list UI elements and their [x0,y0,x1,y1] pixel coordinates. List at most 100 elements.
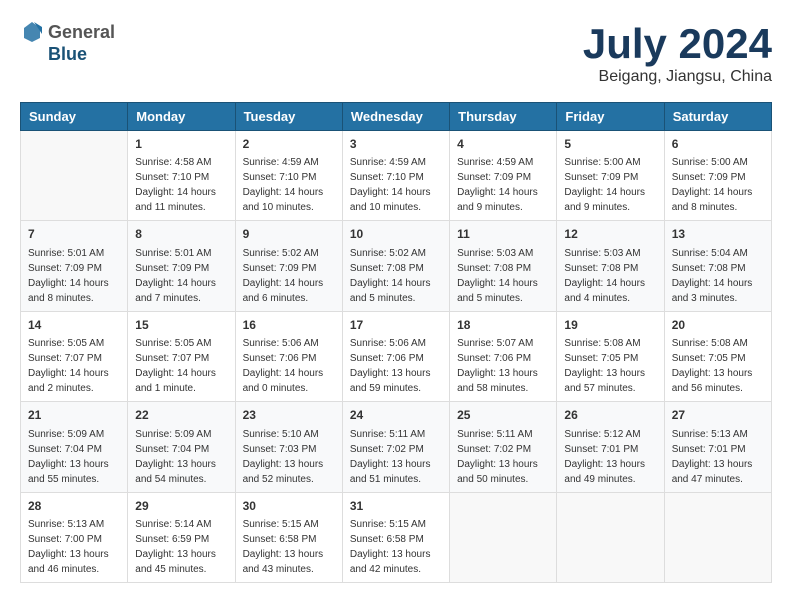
calendar-cell [21,131,128,221]
calendar-cell: 31Sunrise: 5:15 AM Sunset: 6:58 PM Dayli… [342,492,449,582]
day-number: 27 [672,407,764,424]
day-number: 19 [564,317,656,334]
day-info: Sunrise: 5:00 AM Sunset: 7:09 PM Dayligh… [564,155,656,215]
calendar-cell: 13Sunrise: 5:04 AM Sunset: 7:08 PM Dayli… [664,221,771,311]
calendar-cell: 3 Sunrise: 4:59 AM Sunset: 7:10 PM Daylig… [342,131,449,221]
day-number: 15 [135,317,227,334]
calendar-cell: 6Sunrise: 5:00 AM Sunset: 7:09 PM Daylig… [664,131,771,221]
calendar-cell: 9 Sunrise: 5:02 AM Sunset: 7:09 PM Daylig… [235,221,342,311]
day-number: 17 [350,317,442,334]
day-number: 28 [28,498,120,515]
calendar-cell: 28 Sunrise: 5:13 AM Sunset: 7:00 PM Dayli… [21,492,128,582]
day-info: Sunrise: 5:15 AM Sunset: 6:58 PM Dayligh… [350,517,442,577]
calendar-cell: 20 Sunrise: 5:08 AM Sunset: 7:05 PM Dayli… [664,311,771,401]
day-number: 24 [350,407,442,424]
day-info: Sunrise: 5:07 AM Sunset: 7:06 PM Dayligh… [457,336,549,396]
day-info: Sunrise: 5:02 AM Sunset: 7:08 PM Dayligh… [350,246,442,306]
day-info: Sunrise: 5:05 AM Sunset: 7:07 PM Dayligh… [28,336,120,396]
day-info: Sunrise: 5:01 AM Sunset: 7:09 PM Dayligh… [28,246,120,306]
day-number: 21 [28,407,120,424]
day-number: 22 [135,407,227,424]
calendar-cell: 15Sunrise: 5:05 AM Sunset: 7:07 PM Dayli… [128,311,235,401]
calendar-cell: 7 Sunrise: 5:01 AM Sunset: 7:09 PM Daylig… [21,221,128,311]
calendar-cell: 30 Sunrise: 5:15 AM Sunset: 6:58 PM Dayli… [235,492,342,582]
calendar-cell: 17 Sunrise: 5:06 AM Sunset: 7:06 PM Dayli… [342,311,449,401]
day-info: Sunrise: 4:59 AM Sunset: 7:09 PM Dayligh… [457,155,549,215]
day-number: 12 [564,226,656,243]
day-number: 1 [135,136,227,153]
calendar-cell: 25Sunrise: 5:11 AM Sunset: 7:02 PM Dayli… [450,402,557,492]
logo-icon [20,20,44,44]
page-header: General Blue July 2024 Beigang, Jiangsu,… [20,20,772,86]
calendar-cell: 2Sunrise: 4:59 AM Sunset: 7:10 PM Daylig… [235,131,342,221]
logo-general-text: General [48,22,115,43]
day-info: Sunrise: 5:06 AM Sunset: 7:06 PM Dayligh… [350,336,442,396]
day-number: 14 [28,317,120,334]
day-info: Sunrise: 5:13 AM Sunset: 7:01 PM Dayligh… [672,427,764,487]
calendar-cell: 29 Sunrise: 5:14 AM Sunset: 6:59 PM Dayli… [128,492,235,582]
day-info: Sunrise: 5:02 AM Sunset: 7:09 PM Dayligh… [243,246,335,306]
calendar-cell: 16Sunrise: 5:06 AM Sunset: 7:06 PM Dayli… [235,311,342,401]
day-number: 10 [350,226,442,243]
calendar-cell: 8 Sunrise: 5:01 AM Sunset: 7:09 PM Daylig… [128,221,235,311]
calendar-cell: 21 Sunrise: 5:09 AM Sunset: 7:04 PM Dayli… [21,402,128,492]
col-monday: Monday [128,103,235,131]
calendar-week-row: 21 Sunrise: 5:09 AM Sunset: 7:04 PM Dayli… [21,402,772,492]
day-number: 5 [564,136,656,153]
calendar-cell [664,492,771,582]
calendar-cell [557,492,664,582]
day-info: Sunrise: 5:08 AM Sunset: 7:05 PM Dayligh… [672,336,764,396]
day-number: 26 [564,407,656,424]
col-tuesday: Tuesday [235,103,342,131]
col-sunday: Sunday [21,103,128,131]
calendar-cell: 19Sunrise: 5:08 AM Sunset: 7:05 PM Dayli… [557,311,664,401]
day-info: Sunrise: 5:04 AM Sunset: 7:08 PM Dayligh… [672,246,764,306]
day-number: 11 [457,226,549,243]
day-number: 9 [243,226,335,243]
day-info: Sunrise: 5:00 AM Sunset: 7:09 PM Dayligh… [672,155,764,215]
calendar-cell: 1Sunrise: 4:58 AM Sunset: 7:10 PM Daylig… [128,131,235,221]
calendar-cell: 5 Sunrise: 5:00 AM Sunset: 7:09 PM Daylig… [557,131,664,221]
day-number: 16 [243,317,335,334]
day-info: Sunrise: 5:11 AM Sunset: 7:02 PM Dayligh… [350,427,442,487]
calendar-cell: 23Sunrise: 5:10 AM Sunset: 7:03 PM Dayli… [235,402,342,492]
day-info: Sunrise: 5:13 AM Sunset: 7:00 PM Dayligh… [28,517,120,577]
col-wednesday: Wednesday [342,103,449,131]
day-info: Sunrise: 4:59 AM Sunset: 7:10 PM Dayligh… [350,155,442,215]
day-info: Sunrise: 5:09 AM Sunset: 7:04 PM Dayligh… [135,427,227,487]
day-number: 4 [457,136,549,153]
day-info: Sunrise: 5:01 AM Sunset: 7:09 PM Dayligh… [135,246,227,306]
day-number: 29 [135,498,227,515]
day-number: 30 [243,498,335,515]
col-thursday: Thursday [450,103,557,131]
calendar-cell: 24 Sunrise: 5:11 AM Sunset: 7:02 PM Dayli… [342,402,449,492]
calendar-cell: 22 Sunrise: 5:09 AM Sunset: 7:04 PM Dayli… [128,402,235,492]
logo-blue-text: Blue [48,44,115,65]
day-number: 8 [135,226,227,243]
day-number: 20 [672,317,764,334]
calendar-cell: 26 Sunrise: 5:12 AM Sunset: 7:01 PM Dayli… [557,402,664,492]
day-number: 3 [350,136,442,153]
day-info: Sunrise: 5:03 AM Sunset: 7:08 PM Dayligh… [457,246,549,306]
day-info: Sunrise: 5:14 AM Sunset: 6:59 PM Dayligh… [135,517,227,577]
calendar-cell: 10 Sunrise: 5:02 AM Sunset: 7:08 PM Dayli… [342,221,449,311]
calendar-cell: 4 Sunrise: 4:59 AM Sunset: 7:09 PM Daylig… [450,131,557,221]
day-info: Sunrise: 5:09 AM Sunset: 7:04 PM Dayligh… [28,427,120,487]
calendar-cell: 14 Sunrise: 5:05 AM Sunset: 7:07 PM Dayli… [21,311,128,401]
calendar-week-row: 14 Sunrise: 5:05 AM Sunset: 7:07 PM Dayli… [21,311,772,401]
logo: General Blue [20,20,115,65]
day-number: 7 [28,226,120,243]
day-info: Sunrise: 5:12 AM Sunset: 7:01 PM Dayligh… [564,427,656,487]
calendar-header-row: Sunday Monday Tuesday Wednesday Thursday… [21,103,772,131]
calendar-cell: 11 Sunrise: 5:03 AM Sunset: 7:08 PM Dayli… [450,221,557,311]
calendar-week-row: 28 Sunrise: 5:13 AM Sunset: 7:00 PM Dayli… [21,492,772,582]
day-info: Sunrise: 5:15 AM Sunset: 6:58 PM Dayligh… [243,517,335,577]
day-number: 18 [457,317,549,334]
day-info: Sunrise: 5:10 AM Sunset: 7:03 PM Dayligh… [243,427,335,487]
page-title: July 2024 [583,20,772,68]
title-block: July 2024 Beigang, Jiangsu, China [583,20,772,86]
day-info: Sunrise: 5:03 AM Sunset: 7:08 PM Dayligh… [564,246,656,306]
col-saturday: Saturday [664,103,771,131]
calendar-week-row: 7 Sunrise: 5:01 AM Sunset: 7:09 PM Daylig… [21,221,772,311]
calendar-cell: 27 Sunrise: 5:13 AM Sunset: 7:01 PM Dayli… [664,402,771,492]
